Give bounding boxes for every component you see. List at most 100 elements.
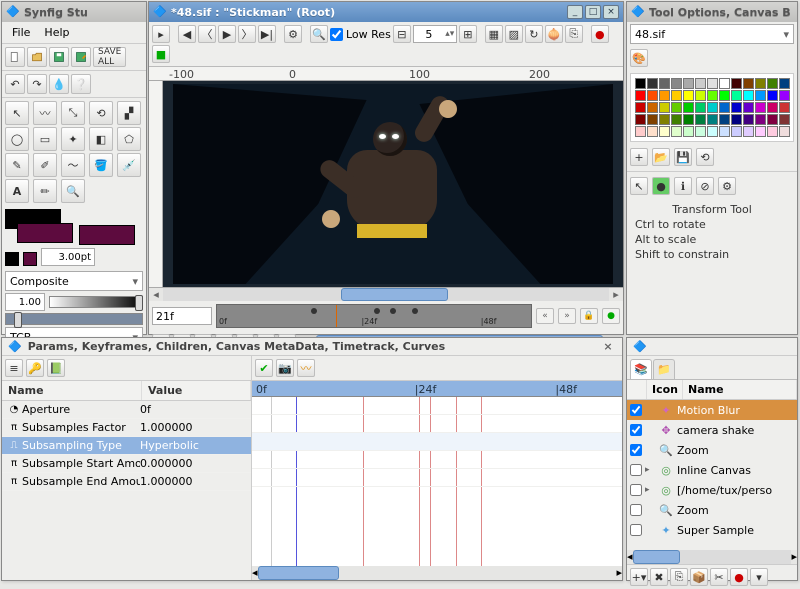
palette-swatch[interactable] <box>707 102 718 113</box>
layer-menu-button[interactable]: ▾ <box>750 568 768 586</box>
palette-swatch[interactable] <box>683 126 694 137</box>
layer-name[interactable]: Motion Blur <box>677 404 794 417</box>
palette-swatch[interactable] <box>683 78 694 89</box>
polygon-tool[interactable]: ⬠ <box>117 127 141 151</box>
vertical-ruler[interactable] <box>149 81 163 287</box>
params-close-button[interactable]: × <box>600 340 616 353</box>
layer-name[interactable]: Super Sample <box>677 524 794 537</box>
layer-visible-checkbox[interactable] <box>630 404 642 416</box>
palette-swatch[interactable] <box>779 90 790 101</box>
palette-swatch[interactable] <box>755 102 766 113</box>
layer-visible-checkbox[interactable] <box>630 504 642 516</box>
palette-swatch[interactable] <box>659 126 670 137</box>
palette-swatch[interactable] <box>635 102 646 113</box>
palette-swatch[interactable] <box>719 78 730 89</box>
palette-swatch[interactable] <box>731 126 742 137</box>
new-button[interactable] <box>5 47 25 67</box>
stroke-width-input[interactable] <box>41 248 95 266</box>
param-value[interactable]: 1.000000 <box>140 421 247 434</box>
nav-next-button[interactable]: 〉 <box>238 25 256 43</box>
palette-add-button[interactable]: + <box>630 148 648 166</box>
scroll-thumb[interactable] <box>341 288 448 301</box>
save-button[interactable] <box>49 47 69 67</box>
palette-swatch[interactable] <box>719 102 730 113</box>
palette-swatch[interactable] <box>755 78 766 89</box>
render-button[interactable]: ⚙ <box>284 25 302 43</box>
timetrack-hscroll[interactable]: ◂ ▸ <box>252 566 622 580</box>
palette-swatch[interactable] <box>647 126 658 137</box>
layer-name[interactable]: Inline Canvas <box>677 464 794 477</box>
sketch-tool[interactable]: ✏ <box>33 179 57 203</box>
scroll-left-icon[interactable]: ◂ <box>149 288 163 301</box>
palette-swatch[interactable] <box>671 90 682 101</box>
timetrack-curves-button[interactable]: 〰 <box>297 359 315 377</box>
palette-swatch[interactable] <box>635 90 646 101</box>
options-titlebar[interactable]: 🔷 Tool Options, Canvas B <box>627 2 797 22</box>
record-button[interactable]: ● <box>591 25 609 43</box>
palette-swatch[interactable] <box>683 102 694 113</box>
saveas-button[interactable] <box>71 47 91 67</box>
palette-swatch[interactable] <box>695 102 706 113</box>
layer-visible-checkbox[interactable] <box>630 464 642 476</box>
width-tool[interactable]: 〜 <box>61 153 85 177</box>
menu-help[interactable]: Help <box>38 24 75 41</box>
rotate-tool[interactable]: ⟲ <box>89 101 113 125</box>
swap-colors-icon[interactable] <box>23 252 37 266</box>
timetrack-body[interactable] <box>252 397 622 566</box>
param-value[interactable]: 1.000000 <box>140 475 247 488</box>
layer-visible-checkbox[interactable] <box>630 524 642 536</box>
time-input[interactable] <box>152 307 212 325</box>
layer-visible-checkbox[interactable] <box>630 484 642 496</box>
palette-swatch[interactable] <box>767 102 778 113</box>
palette-swatch[interactable] <box>683 90 694 101</box>
palette-swatch[interactable] <box>647 90 658 101</box>
param-row[interactable]: ◔Aperture0f <box>2 401 251 419</box>
onion-button[interactable]: 🧅 <box>545 25 563 43</box>
scale-tool[interactable]: ⤡ <box>61 101 85 125</box>
params-tab3-button[interactable]: 📗 <box>47 359 65 377</box>
groups-tab[interactable]: 📁 <box>653 359 675 379</box>
palette-swatch[interactable] <box>731 102 742 113</box>
transform-tool[interactable]: ↖ <box>5 101 29 125</box>
palette-swatch[interactable] <box>707 78 718 89</box>
nav-last-button[interactable]: ▶| <box>258 25 276 43</box>
quality-inc-button[interactable]: ⊞ <box>459 25 477 43</box>
palette-swatch[interactable] <box>743 102 754 113</box>
palette-swatch[interactable] <box>659 102 670 113</box>
canvas-hscroll[interactable]: ◂ ▸ <box>149 287 623 301</box>
palette-swatch[interactable] <box>683 114 694 125</box>
layer-visible-checkbox[interactable] <box>630 424 642 436</box>
fill-tool[interactable]: 🪣 <box>89 153 113 177</box>
palette-swatch[interactable] <box>659 78 670 89</box>
layer-group-button[interactable]: 📦 <box>690 568 708 586</box>
layer-name[interactable]: [/home/tux/perso <box>677 484 794 497</box>
expand-icon[interactable]: ▸ <box>645 465 655 475</box>
opacity-slider[interactable] <box>49 296 143 308</box>
canvas-titlebar[interactable]: 🔷 *48.sif : "Stickman" (Root) _ □ × <box>149 2 623 22</box>
col-value-header[interactable]: Value <box>142 381 251 400</box>
bline-tool[interactable]: ✎ <box>5 153 29 177</box>
info-button[interactable]: ℹ <box>674 177 692 195</box>
palette-swatch[interactable] <box>731 114 742 125</box>
timebar[interactable]: 0f |24f |48f <box>216 304 532 328</box>
quality-spinner[interactable]: ▴▾ <box>413 25 457 43</box>
redo-button[interactable]: ↷ <box>27 74 47 94</box>
horizontal-ruler[interactable]: -100 0 100 200 <box>149 67 623 81</box>
timetrack-toggle-button[interactable]: ✔ <box>255 359 273 377</box>
layer-row[interactable]: ✦Super Sample <box>627 520 797 540</box>
layer-row[interactable]: ▸◎[/home/tux/perso <box>627 480 797 500</box>
palette-swatch[interactable] <box>731 90 742 101</box>
lock-keyframe-button[interactable]: 🔒 <box>580 308 598 324</box>
layer-raise-button[interactable]: ● <box>730 568 748 586</box>
cancel-button[interactable]: ⊘ <box>696 177 714 195</box>
maximize-button[interactable]: □ <box>585 5 601 19</box>
layer-visible-checkbox[interactable] <box>630 444 642 456</box>
palette-swatch[interactable] <box>671 114 682 125</box>
layer-name[interactable]: camera shake <box>677 424 794 437</box>
palette-swatch[interactable] <box>671 126 682 137</box>
layers-tab[interactable]: 📚 <box>630 359 652 379</box>
quality-dec-button[interactable]: ⊟ <box>393 25 411 43</box>
param-row[interactable]: πSubsamples Factor1.000000 <box>2 419 251 437</box>
palette-swatch[interactable] <box>695 90 706 101</box>
palette-swatch[interactable] <box>767 126 778 137</box>
